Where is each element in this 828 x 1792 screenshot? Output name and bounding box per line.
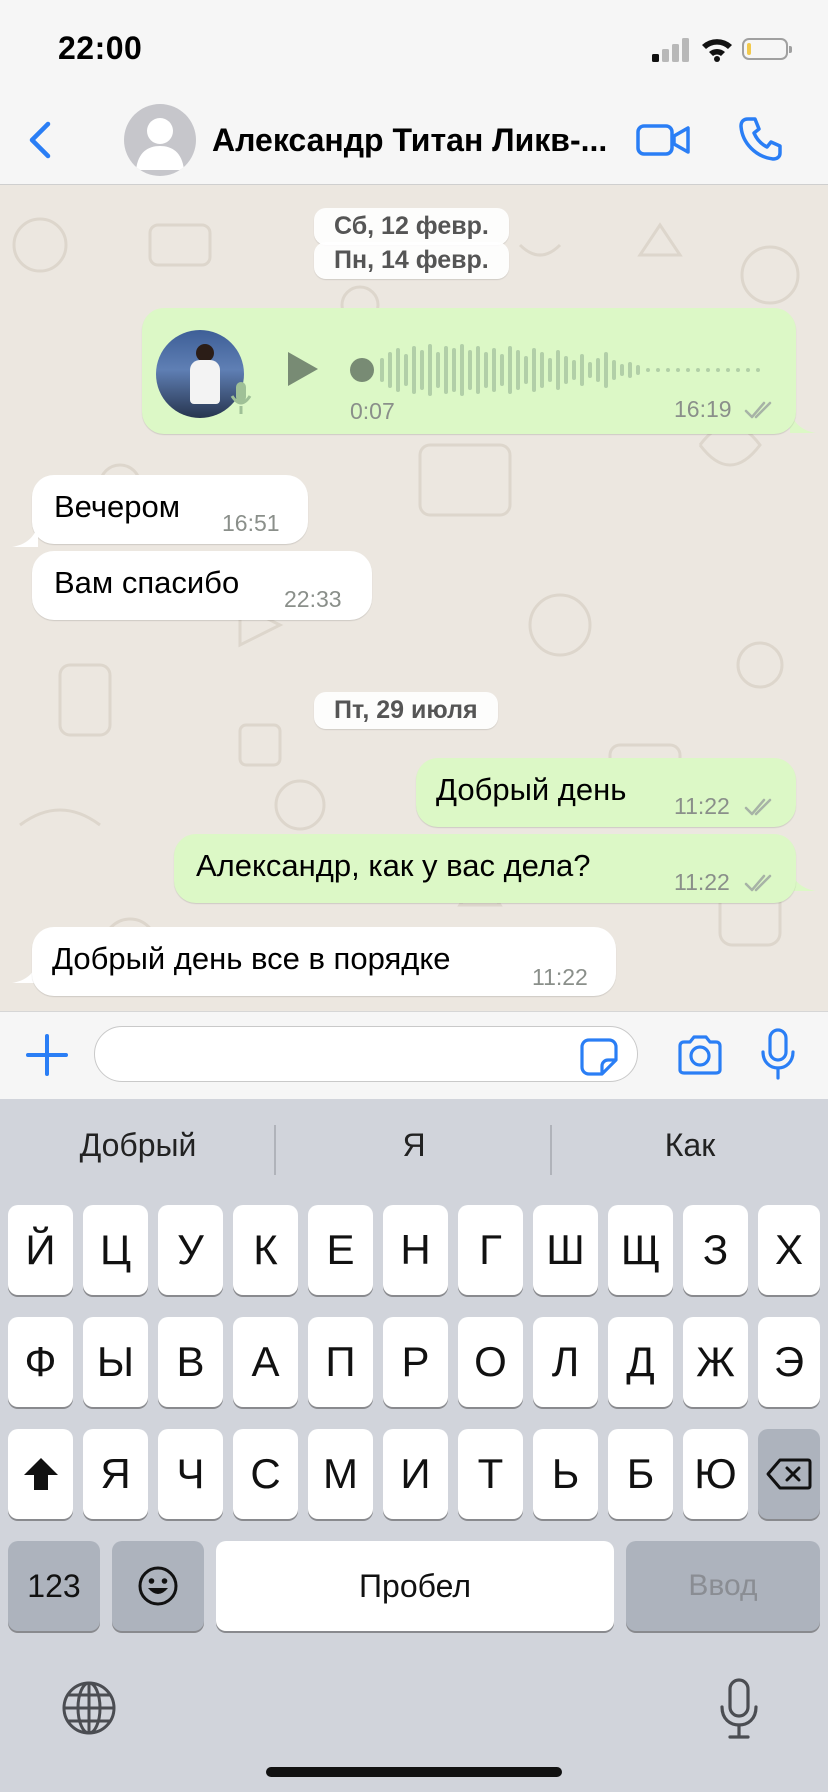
read-receipt-icon bbox=[744, 874, 772, 892]
message-bubble-outgoing[interactable]: Александр, как у вас дела? 11:22 bbox=[174, 834, 796, 903]
audio-waveform[interactable] bbox=[348, 340, 768, 400]
voice-duration: 0:07 bbox=[350, 398, 395, 424]
onscreen-keyboard: Добрый Я Как Й Ц У К Е Н Г Ш Щ З Х Ф Ы В… bbox=[0, 1099, 828, 1792]
key-в[interactable]: В bbox=[158, 1317, 223, 1407]
video-call-icon[interactable] bbox=[636, 120, 690, 160]
phone-icon[interactable] bbox=[738, 116, 782, 162]
microphone-icon bbox=[230, 382, 252, 414]
chat-header: Александр Титан Ликв-... bbox=[0, 96, 828, 185]
read-receipt-icon bbox=[744, 401, 772, 419]
message-time: 11:22 bbox=[674, 793, 730, 819]
key-я[interactable]: Я bbox=[83, 1429, 148, 1519]
message-text: Добрый день bbox=[436, 772, 627, 807]
message-bubble-incoming[interactable]: Вечером 16:51 bbox=[32, 475, 308, 544]
key-и[interactable]: И bbox=[383, 1429, 448, 1519]
key-у[interactable]: У bbox=[158, 1205, 223, 1295]
key-н[interactable]: Н bbox=[383, 1205, 448, 1295]
message-input-bar bbox=[0, 1011, 828, 1100]
status-bar: 22:00 bbox=[0, 0, 828, 96]
voice-message[interactable]: 0:07 16:19 bbox=[142, 308, 796, 434]
key-щ[interactable]: Щ bbox=[608, 1205, 673, 1295]
message-input[interactable] bbox=[94, 1026, 638, 1082]
key-к[interactable]: К bbox=[233, 1205, 298, 1295]
date-separator: Пн, 14 февр. bbox=[314, 242, 509, 279]
suggestion-3[interactable]: Как bbox=[558, 1121, 822, 1169]
read-receipt-icon bbox=[744, 798, 772, 816]
space-key[interactable]: Пробел bbox=[216, 1541, 614, 1631]
bubble-tail bbox=[12, 525, 38, 547]
message-text: Вечером bbox=[54, 489, 181, 524]
key-й[interactable]: Й bbox=[8, 1205, 73, 1295]
message-text: Добрый день все в порядке bbox=[52, 941, 451, 976]
key-г[interactable]: Г bbox=[458, 1205, 523, 1295]
battery-icon bbox=[742, 38, 792, 60]
key-ч[interactable]: Ч bbox=[158, 1429, 223, 1519]
key-э[interactable]: Э bbox=[758, 1317, 820, 1407]
message-bubble-incoming[interactable]: Вам спасибо 22:33 bbox=[32, 551, 372, 620]
key-а[interactable]: А bbox=[233, 1317, 298, 1407]
shift-icon bbox=[23, 1458, 58, 1490]
cellular-signal-icon bbox=[652, 38, 689, 62]
message-time: 22:33 bbox=[284, 586, 342, 612]
key-ю[interactable]: Ю bbox=[683, 1429, 748, 1519]
key-е[interactable]: Е bbox=[308, 1205, 373, 1295]
contact-name[interactable]: Александр Титан Ликв-... bbox=[212, 122, 617, 159]
message-time: 11:22 bbox=[674, 869, 730, 895]
key-х[interactable]: Х bbox=[758, 1205, 820, 1295]
suggestion-divider bbox=[550, 1125, 552, 1175]
key-р[interactable]: Р bbox=[383, 1317, 448, 1407]
contact-avatar[interactable] bbox=[124, 104, 196, 176]
enter-key[interactable]: Ввод bbox=[626, 1541, 820, 1631]
suggestion-divider bbox=[274, 1125, 276, 1175]
status-time: 22:00 bbox=[58, 30, 143, 66]
backspace-icon bbox=[766, 1458, 812, 1490]
play-icon[interactable] bbox=[286, 350, 320, 388]
wifi-icon bbox=[702, 39, 732, 62]
message-bubble-incoming[interactable]: Добрый день все в порядке 11:22 bbox=[32, 927, 616, 996]
key-д[interactable]: Д bbox=[608, 1317, 673, 1407]
key-ш[interactable]: Ш bbox=[533, 1205, 598, 1295]
backspace-key[interactable] bbox=[758, 1429, 820, 1519]
key-ь[interactable]: Ь bbox=[533, 1429, 598, 1519]
date-separator: Пт, 29 июля bbox=[314, 692, 498, 729]
message-time: 16:19 bbox=[674, 396, 732, 422]
message-text: Вам спасибо bbox=[54, 565, 240, 600]
back-icon[interactable] bbox=[22, 118, 58, 162]
key-п[interactable]: П bbox=[308, 1317, 373, 1407]
message-text: Александр, как у вас дела? bbox=[196, 848, 591, 883]
dictation-microphone-icon[interactable] bbox=[718, 1677, 760, 1741]
key-з[interactable]: З bbox=[683, 1205, 748, 1295]
key-б[interactable]: Б bbox=[608, 1429, 673, 1519]
person-icon bbox=[136, 118, 184, 170]
globe-icon[interactable] bbox=[60, 1679, 118, 1737]
key-ц[interactable]: Ц bbox=[83, 1205, 148, 1295]
key-ф[interactable]: Ф bbox=[8, 1317, 73, 1407]
key-ы[interactable]: Ы bbox=[83, 1317, 148, 1407]
key-о[interactable]: О bbox=[458, 1317, 523, 1407]
suggestion-2[interactable]: Я bbox=[282, 1121, 546, 1169]
message-bubble-outgoing[interactable]: Добрый день 11:22 bbox=[416, 758, 796, 827]
home-indicator[interactable] bbox=[266, 1767, 562, 1777]
key-т[interactable]: Т bbox=[458, 1429, 523, 1519]
message-time: 16:51 bbox=[222, 510, 280, 536]
plus-icon[interactable] bbox=[24, 1032, 70, 1078]
suggestion-1[interactable]: Добрый bbox=[10, 1121, 266, 1169]
numbers-key[interactable]: 123 bbox=[8, 1541, 100, 1631]
key-м[interactable]: М bbox=[308, 1429, 373, 1519]
emoji-icon bbox=[138, 1566, 178, 1606]
emoji-key[interactable] bbox=[112, 1541, 204, 1631]
message-time: 11:22 bbox=[532, 964, 588, 990]
key-ж[interactable]: Ж bbox=[683, 1317, 748, 1407]
shift-key[interactable] bbox=[8, 1429, 73, 1519]
key-с[interactable]: С bbox=[233, 1429, 298, 1519]
chat-area[interactable]: Сб, 12 февр. Пн, 14 февр. 0:07 16:19 Веч… bbox=[0, 185, 828, 1011]
key-л[interactable]: Л bbox=[533, 1317, 598, 1407]
camera-icon[interactable] bbox=[676, 1034, 724, 1076]
date-separator: Сб, 12 февр. bbox=[314, 208, 509, 245]
microphone-icon[interactable] bbox=[760, 1028, 796, 1080]
sticker-icon[interactable] bbox=[580, 1038, 618, 1076]
